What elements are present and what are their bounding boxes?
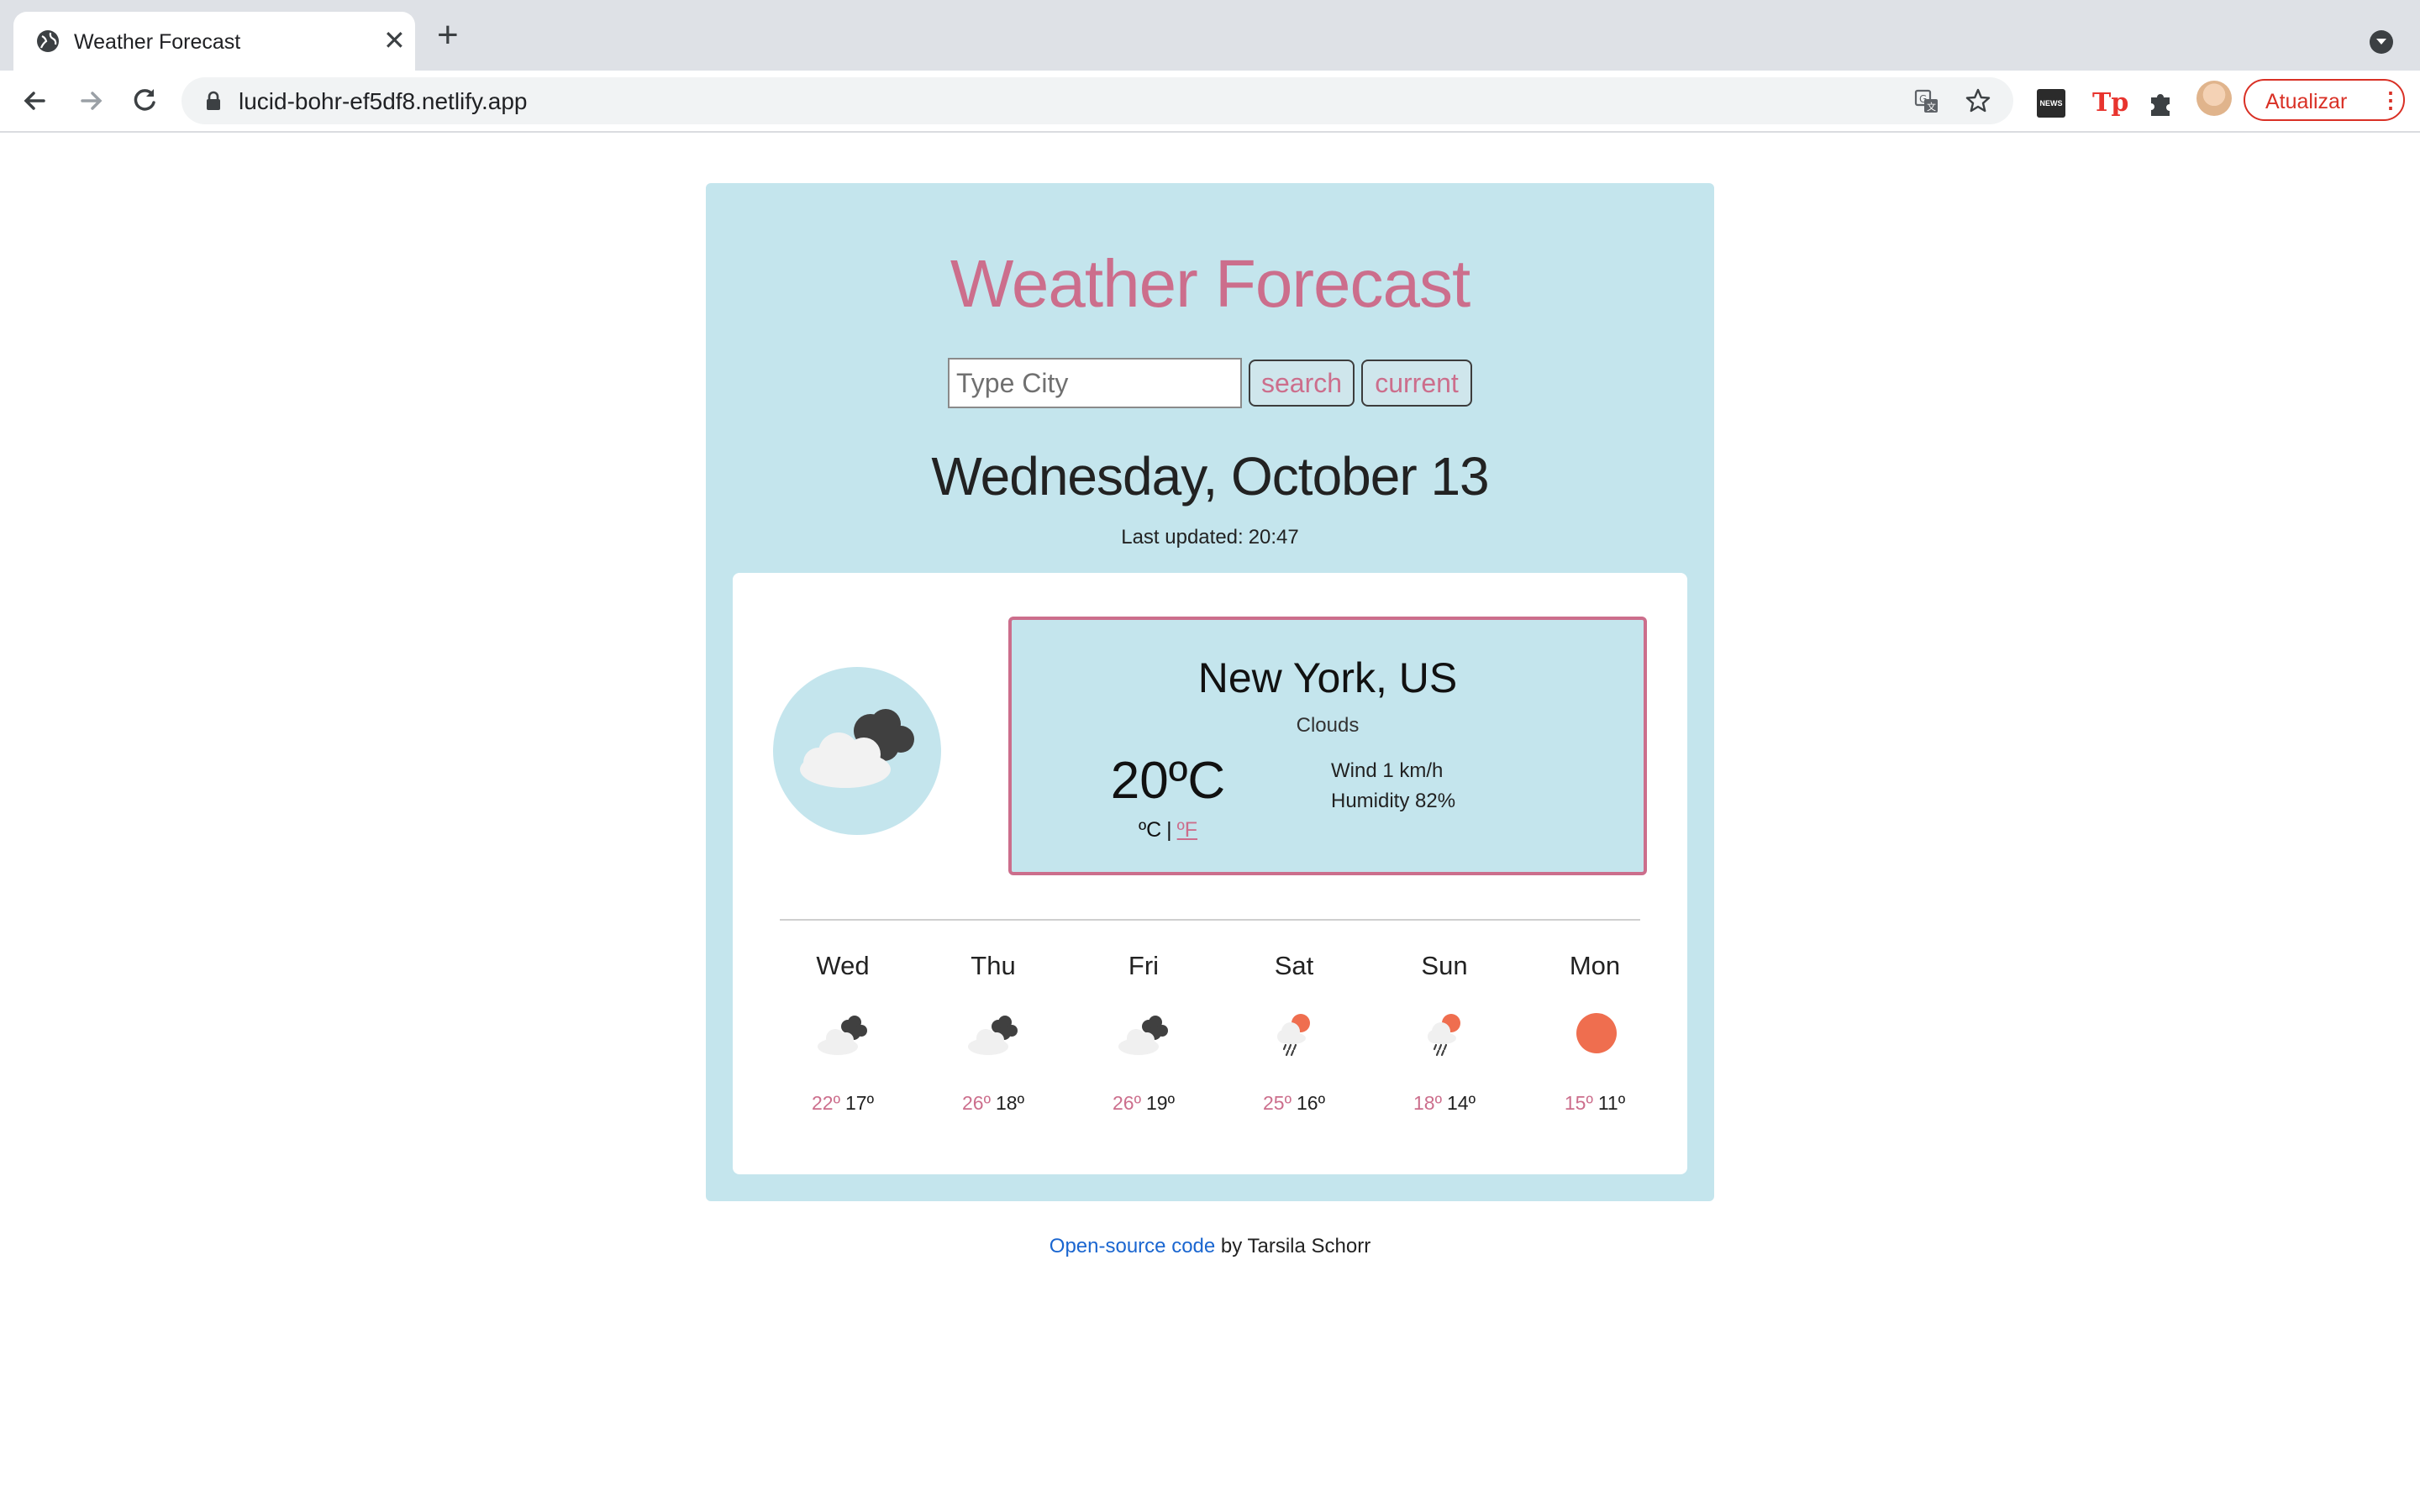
current-weather-icon-circle [773, 667, 941, 835]
forecast-divider [780, 919, 1640, 921]
translate-icon[interactable]: G 文 [1914, 89, 1939, 114]
clouds-icon [968, 1016, 1018, 1055]
celsius-unit: ºC [1138, 818, 1162, 842]
back-arrow-icon[interactable] [17, 82, 54, 119]
last-updated-label: Last updated: [1121, 526, 1244, 549]
footer-author: by Tarsila Schorr [1220, 1235, 1371, 1257]
clouds-icon [1118, 1016, 1168, 1055]
forecast-min-temp: 17º [845, 1092, 874, 1114]
forecast-day-name: Mon [1569, 951, 1621, 980]
forecast-day-name: Thu [971, 951, 1016, 980]
source-code-link[interactable]: Open-source code [1050, 1235, 1215, 1257]
forecast-min-temp: 11º [1597, 1092, 1626, 1114]
forecast-day: Fri 26º 19º [1069, 951, 1218, 1115]
forecast-day-name: Wed [816, 951, 870, 980]
unit-separator: | [1166, 818, 1172, 842]
forecast-max-temp: 25º [1263, 1092, 1292, 1114]
forecast-min-temp: 18º [996, 1092, 1024, 1114]
search-button[interactable]: search [1249, 360, 1355, 407]
unit-switch: ºC | ºF [1092, 818, 1244, 843]
update-button-label: Atualizar [2265, 90, 2348, 113]
forecast-day: Sun 18º 14º [1370, 951, 1519, 1115]
reload-icon[interactable] [126, 82, 163, 119]
forecast-max-temp: 18º [1413, 1092, 1442, 1114]
forecast-min-temp: 14º [1447, 1092, 1476, 1114]
profile-avatar[interactable] [2196, 81, 2232, 116]
update-button[interactable]: Atualizar ⋮ [2244, 79, 2405, 121]
last-updated: Last updated: 20:47 [706, 526, 1714, 549]
sun-icon [1576, 1013, 1617, 1053]
bookmark-star-icon[interactable] [1965, 87, 1991, 114]
forecast-max-temp: 26º [1113, 1092, 1141, 1114]
last-updated-time: 20:47 [1248, 526, 1299, 549]
browser-toolbar: lucid-bohr-ef5df8.netlify.app G 文 NEWS T… [0, 71, 2420, 133]
forecast-day: Wed 22º 17º [768, 951, 918, 1115]
new-tab-icon[interactable]: + [437, 17, 459, 54]
forecast-day-name: Fri [1128, 951, 1160, 980]
forecast-max-temp: 26º [962, 1092, 991, 1114]
tab-strip: Weather Forecast ✕ + [0, 0, 2420, 71]
globe-icon [37, 30, 59, 52]
current-temperature: 20ºC [1110, 752, 1226, 810]
city-search-input[interactable] [948, 358, 1242, 408]
humidity: Humidity 82% [1331, 790, 1456, 812]
forecast-day-name: Sat [1274, 951, 1314, 980]
current-conditions-box: New York, US Clouds 20ºC ºC | ºF Wind 1 km… [1008, 617, 1647, 875]
forecast-day: Sat 25º 16º [1219, 951, 1369, 1115]
forward-arrow-icon[interactable] [72, 82, 109, 119]
lock-icon [207, 91, 220, 110]
city-name: New York, US [1197, 654, 1458, 701]
current-date: Wednesday, October 13 [931, 446, 1489, 507]
close-tab-icon[interactable]: ✕ [383, 25, 406, 55]
forecast-day: Thu 26º 18º [918, 951, 1068, 1115]
weather-description: Clouds [1296, 714, 1360, 737]
news-extension-icon[interactable]: NEWS [2037, 89, 2065, 118]
forecast-day-name: Sun [1421, 951, 1468, 980]
sun-rain-icon [1428, 1014, 1460, 1057]
url-text: lucid-bohr-ef5df8.netlify.app [239, 88, 528, 114]
tp-extension-icon[interactable]: Tp [2092, 89, 2128, 118]
sun-rain-icon [1277, 1014, 1310, 1057]
tab-search-icon[interactable] [2370, 30, 2393, 54]
clouds-icon [818, 1016, 867, 1055]
forecast-day: Mon 15º 11º [1520, 951, 1670, 1115]
weather-card: New York, US Clouds 20ºC ºC | ºF Wind 1 km… [733, 573, 1687, 1174]
clouds-icon [800, 709, 914, 788]
more-menu-icon[interactable]: ⋮ [2380, 89, 2402, 111]
forecast-min-temp: 19º [1146, 1092, 1175, 1114]
fahrenheit-link[interactable]: ºF [1177, 818, 1197, 842]
browser-tab[interactable]: Weather Forecast ✕ [13, 12, 415, 71]
forecast-min-temp: 16º [1297, 1092, 1325, 1114]
address-bar[interactable]: lucid-bohr-ef5df8.netlify.app G 文 [182, 77, 2013, 124]
wind-speed: Wind 1 km/h [1331, 759, 1444, 782]
extensions-puzzle-icon[interactable] [2146, 89, 2175, 118]
current-location-button[interactable]: current [1361, 360, 1472, 407]
forecast-max-temp: 15º [1564, 1092, 1593, 1114]
footer: Open-source code by Tarsila Schorr [0, 1235, 2420, 1258]
tab-title: Weather Forecast [74, 30, 241, 54]
forecast-max-temp: 22º [812, 1092, 840, 1114]
app-title: Weather Forecast [950, 246, 1470, 321]
svg-text:文: 文 [1927, 101, 1936, 113]
weather-app: Weather Forecast search current Wednesda… [706, 183, 1714, 1201]
